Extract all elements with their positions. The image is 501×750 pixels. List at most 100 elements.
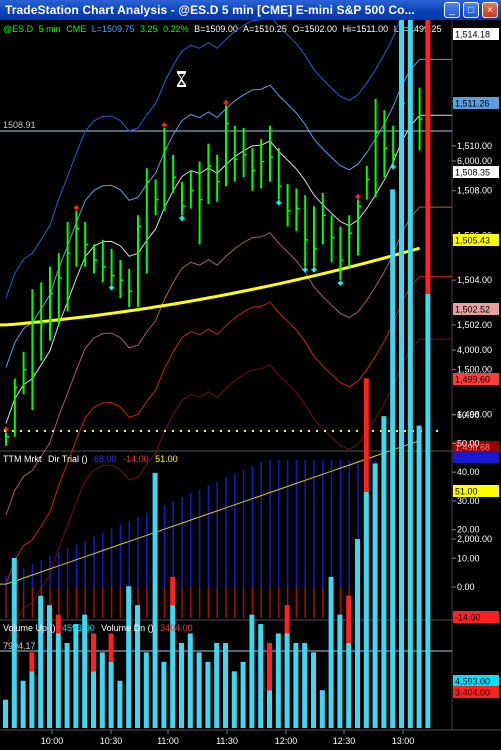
dotted-line-dot [340,430,342,432]
dotted-line-dot [140,430,142,432]
dotted-line-dot [124,430,126,432]
volume-down-bar [425,20,431,294]
open-price: O=1502.00 [292,24,337,34]
price-marker-label: 1,511.26 [455,99,489,109]
tradestation-window: TradeStation Chart Analysis - @ES.D 5 mi… [0,0,501,750]
dotted-line-dot [260,430,262,432]
dotted-line-dot [284,430,286,432]
volume-up-bar [249,614,255,728]
volume-up-bar [399,20,404,729]
volume-up-bar [187,633,193,728]
dotted-line-dot [348,430,350,432]
ttm-tick-label: 50.00 [457,439,480,449]
ttm-tick-label: 0.00 [457,582,475,592]
volume-up-bar [38,595,44,728]
volume-down-bar [267,642,272,691]
ttm-tick-label: 60.00 [457,410,480,420]
dotted-line-dot [252,430,254,432]
volume-up-bar [284,633,290,728]
dotted-line-dot [212,430,214,432]
dotted-line-dot [44,430,46,432]
ttm-tick-label: 10.00 [457,553,480,563]
volume-up-bar [337,614,343,728]
volume-down-value: 3404.00 [160,623,193,633]
volume-up-bar [302,642,308,728]
price-marker-label: 1,502.52 [455,305,490,315]
ask-price: A=1510.25 [243,24,287,34]
volume-down-label: Volume Dn () [101,623,154,633]
ttm-value-blue: 68.00 [94,454,117,464]
volume-up-bar [143,652,149,728]
dotted-line-dot [12,430,14,432]
dotted-line-dot [172,430,174,432]
volume-up-bar [231,671,237,728]
volume-up-bar [275,633,281,728]
volume-up-bar [425,293,431,728]
dotted-line-dot [84,430,86,432]
window-title: TradeStation Chart Analysis - @ES.D 5 mi… [5,3,415,17]
volume-up-bar [240,661,246,728]
volume-up-bar [381,416,387,728]
volume-up-bar [20,680,26,728]
ttm-tick-label: 30.00 [457,496,480,506]
bid-price: B=1509.00 [194,24,238,34]
price-marker-label: 1,508.35 [455,168,490,178]
time-tick-label: 12:00 [275,736,298,746]
volume-up-bar [293,642,299,728]
last-price: L=1509.75 [92,24,135,34]
dotted-line-dot [292,430,294,432]
volume-up-bar [258,624,264,728]
volume-tick-label: 4,000.00 [457,345,492,355]
volume-down-bar [29,652,35,672]
volume-up-bar [416,425,422,728]
maximize-button[interactable]: □ [463,2,479,18]
exchange-label: CME [66,24,86,34]
dotted-line-dot [60,430,62,432]
volume-up-bar [29,671,35,728]
volume-up-bar [205,661,211,728]
dotted-line-dot [20,430,22,432]
ttm-tick-label: 40.00 [457,467,480,477]
volume-up-bar [64,642,70,728]
price-marker-label: 1,514.18 [455,30,490,40]
volume-up-bar [55,633,61,728]
volume-up-bar [328,576,334,728]
dotted-line-dot [188,430,190,432]
volume-up-bar [3,699,8,728]
dotted-line-dot [372,430,374,432]
volume-up-bar [267,690,272,728]
dotted-line-dot [236,430,238,432]
dotted-line-dot [116,430,118,432]
dotted-line-dot [228,430,230,432]
volume-up-bar [117,680,123,728]
price-tick-label: 1,508.00 [457,186,492,196]
price-marker-label: 1,499.60 [455,375,490,385]
dotted-line-dot [404,430,406,432]
dotted-line-dot [436,430,438,432]
price-hline-label: 1508.91 [3,120,36,130]
symbol-label: @ES.D [3,24,34,34]
dotted-line-dot [388,430,390,432]
price-tick-label: 1,510.00 [457,141,492,151]
volume-up-bar [355,539,360,728]
volume-up-bar [161,661,167,728]
volume-up-bar [73,624,79,728]
volume-up-bar [126,586,132,728]
dotted-line-dot [156,430,158,432]
net-change: 3.25 [140,24,158,34]
volume-tick-label: 6,000.00 [457,156,492,166]
volume-up-label: Volume Up () [3,623,56,633]
volume-down-bar [108,633,114,662]
dotted-line-dot [52,430,54,432]
volume-up-bar [372,463,378,728]
close-button[interactable]: × [482,2,498,18]
dotted-line-dot [204,430,206,432]
time-tick-label: 11:00 [157,736,179,746]
dotted-line-dot [92,430,94,432]
minimize-button[interactable]: _ [444,2,460,18]
title-bar[interactable]: TradeStation Chart Analysis - @ES.D 5 mi… [0,0,501,20]
chart-canvas[interactable]: @ES.D 5 min CME L=1509.75 3.25 0.22% B=1… [0,20,501,750]
dotted-line-dot [164,430,166,432]
dotted-line-dot [196,430,198,432]
price-tick-label: 1,502.00 [457,320,492,330]
